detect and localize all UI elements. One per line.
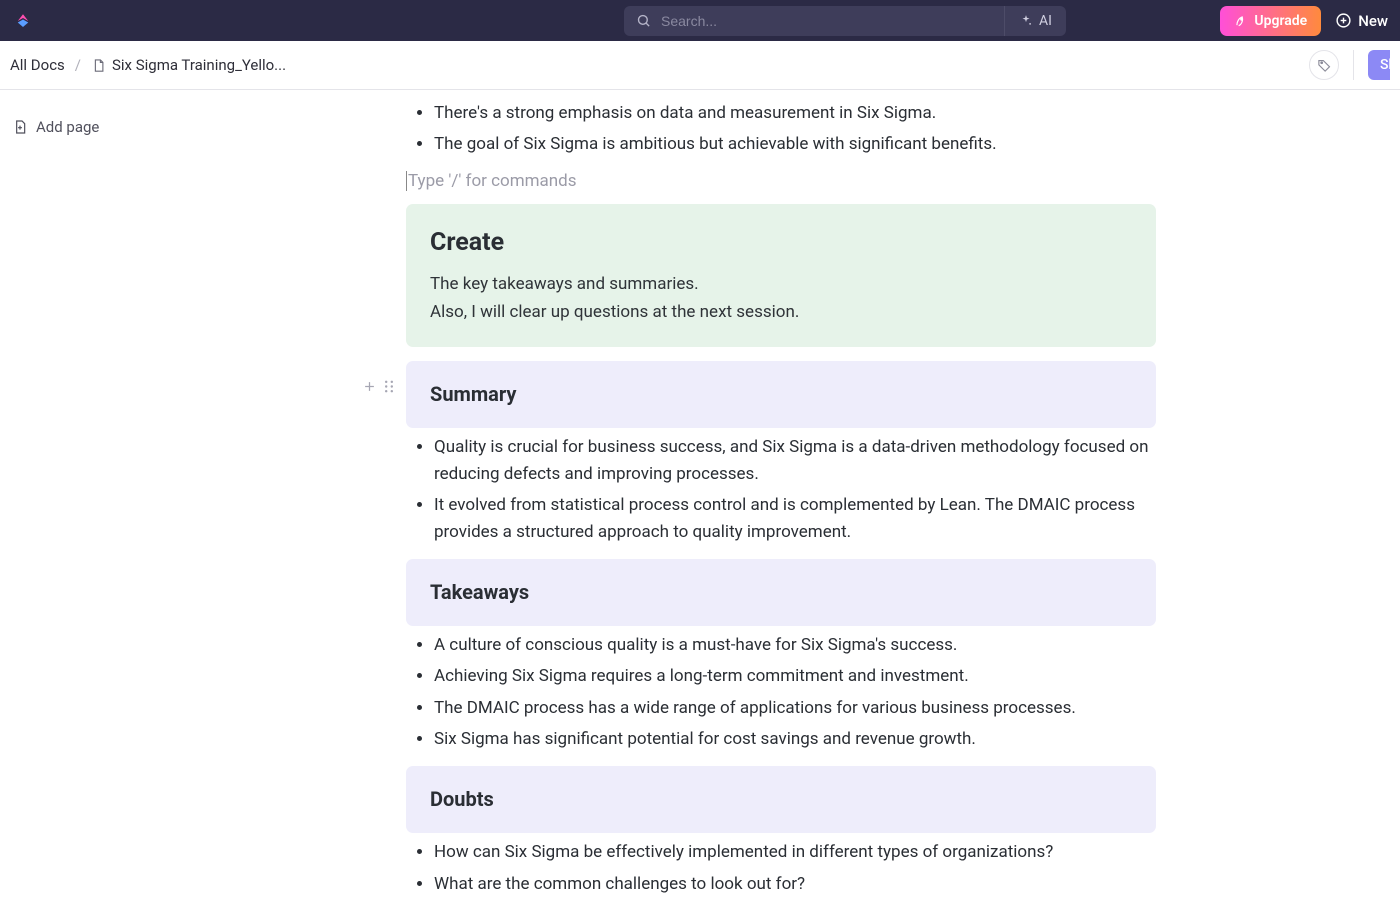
takeaways-heading-block[interactable]: Takeaways — [406, 559, 1156, 626]
new-button[interactable]: New — [1335, 12, 1388, 30]
sparkle-icon — [1019, 14, 1033, 28]
summary-title: Summary — [430, 379, 1132, 410]
plus-icon — [362, 379, 377, 394]
summary-heading-block[interactable]: Summary — [406, 361, 1156, 428]
add-page-label: Add page — [36, 118, 99, 136]
tag-icon — [1317, 58, 1332, 73]
divider — [1353, 50, 1354, 80]
list-item[interactable]: Quality is crucial for business success,… — [434, 434, 1156, 487]
command-placeholder[interactable]: Type '/' for commands — [406, 168, 1156, 194]
breadcrumb-separator: / — [75, 56, 81, 74]
plus-circle-icon — [1335, 12, 1352, 29]
rocket-icon — [1234, 14, 1248, 28]
list-item[interactable]: Six Sigma has significant potential for … — [434, 726, 1156, 752]
add-block-button[interactable] — [362, 379, 377, 394]
document-icon — [91, 58, 106, 73]
doubts-bullet-list: How can Six Sigma be effectively impleme… — [406, 839, 1156, 901]
create-line: The key takeaways and summaries. — [430, 271, 1132, 297]
drag-handle[interactable] — [383, 379, 395, 394]
takeaways-title: Takeaways — [430, 577, 1132, 608]
doubts-title: Doubts — [430, 784, 1132, 815]
create-line: Also, I will clear up questions at the n… — [430, 299, 1132, 325]
list-item[interactable]: There's a strong emphasis on data and me… — [434, 100, 1156, 126]
new-label: New — [1358, 12, 1388, 30]
ai-label: AI — [1039, 13, 1052, 29]
document-content: There's a strong emphasis on data and me… — [160, 90, 1400, 901]
app-logo-icon[interactable] — [12, 10, 34, 32]
share-button[interactable]: Sh — [1368, 50, 1390, 80]
share-label: Sh — [1380, 57, 1390, 73]
breadcrumb-root[interactable]: All Docs — [10, 56, 65, 74]
list-item[interactable]: It evolved from statistical process cont… — [434, 492, 1156, 545]
sidebar: Add page — [0, 90, 160, 901]
grip-icon — [383, 379, 395, 394]
tags-button[interactable] — [1309, 50, 1339, 80]
create-title: Create — [430, 224, 1132, 263]
search-box[interactable] — [624, 6, 1004, 36]
takeaways-bullet-list: A culture of conscious quality is a must… — [406, 632, 1156, 752]
summary-bullet-list: Quality is crucial for business success,… — [406, 434, 1156, 544]
ai-button[interactable]: AI — [1004, 6, 1066, 36]
list-item[interactable]: A culture of conscious quality is a must… — [434, 632, 1156, 658]
list-item[interactable]: The DMAIC process has a wide range of ap… — [434, 695, 1156, 721]
list-item[interactable]: How can Six Sigma be effectively impleme… — [434, 839, 1156, 865]
top-bar: AI Upgrade New — [0, 0, 1400, 41]
breadcrumb-bar: All Docs / Six Sigma Training_Yello... S… — [0, 41, 1400, 90]
search-icon — [636, 13, 651, 28]
add-page-icon — [12, 119, 28, 135]
doubts-heading-block[interactable]: Doubts — [406, 766, 1156, 833]
create-block[interactable]: Create The key takeaways and summaries. … — [406, 204, 1156, 347]
search-input[interactable] — [659, 12, 992, 30]
list-item[interactable]: What are the common challenges to look o… — [434, 871, 1156, 897]
breadcrumb-current[interactable]: Six Sigma Training_Yello... — [91, 56, 286, 74]
add-page-button[interactable]: Add page — [12, 118, 148, 136]
intro-bullet-list: There's a strong emphasis on data and me… — [406, 100, 1156, 158]
list-item[interactable]: The goal of Six Sigma is ambitious but a… — [434, 131, 1156, 157]
list-item[interactable]: Achieving Six Sigma requires a long-term… — [434, 663, 1156, 689]
breadcrumb-current-label: Six Sigma Training_Yello... — [112, 56, 286, 74]
upgrade-button[interactable]: Upgrade — [1220, 6, 1321, 36]
upgrade-label: Upgrade — [1254, 13, 1307, 29]
